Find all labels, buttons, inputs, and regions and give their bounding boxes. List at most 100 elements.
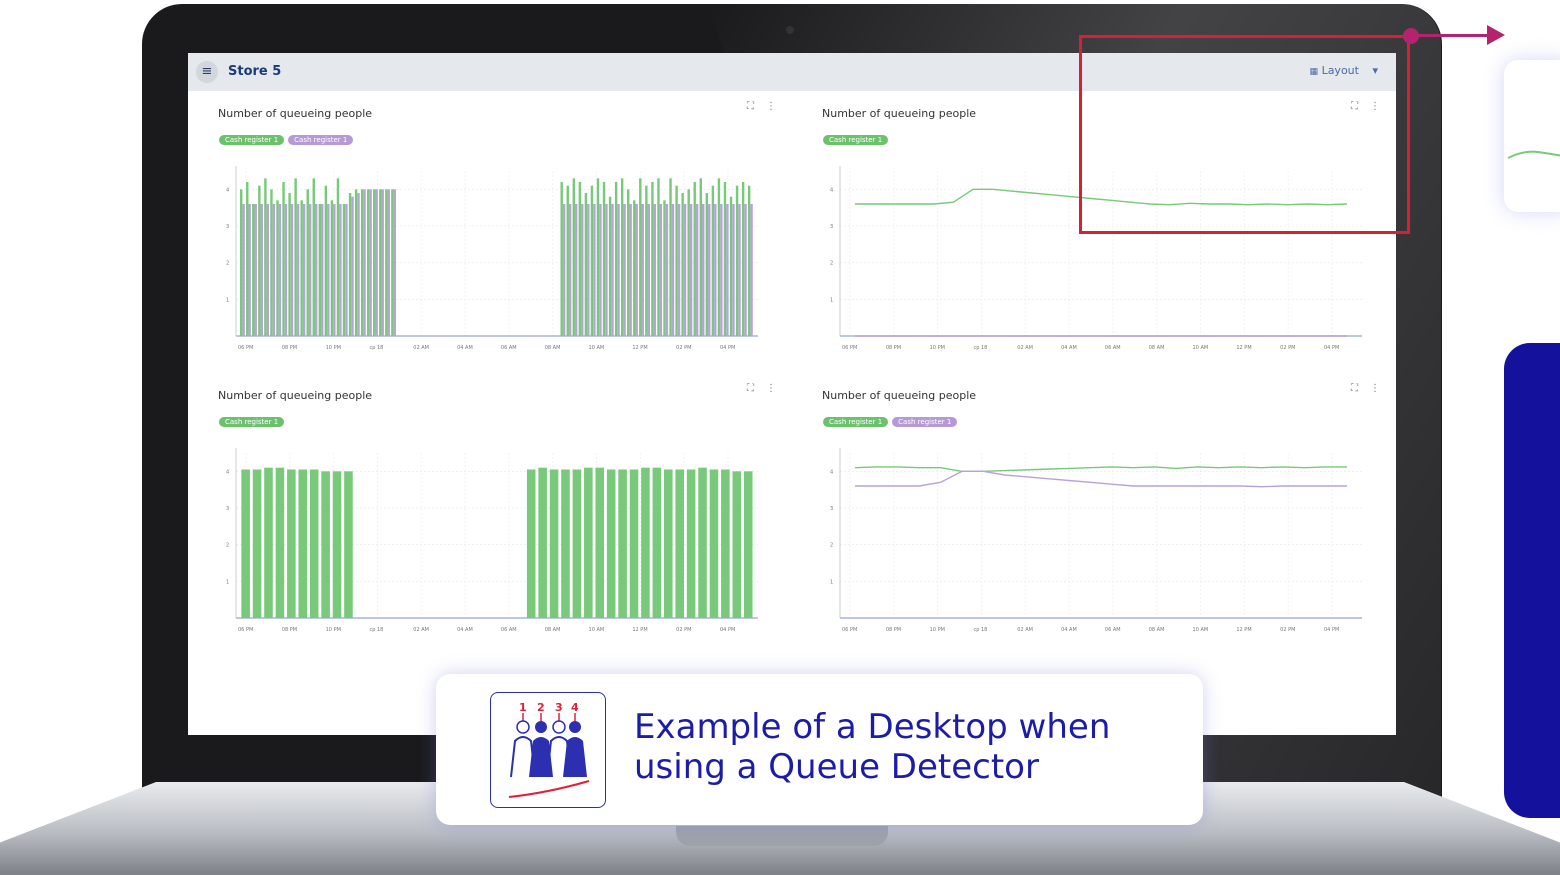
bar [617, 204, 620, 336]
bar [318, 204, 322, 336]
side-banner [1504, 343, 1560, 818]
bar [264, 178, 267, 336]
bar [345, 204, 348, 336]
x-tick-label: 02 PM [676, 345, 691, 351]
bar [246, 182, 249, 336]
x-tick-label: 02 AM [413, 627, 429, 633]
x-tick-label: 08 AM [545, 627, 561, 633]
bar [595, 467, 605, 618]
x-tick-label: 08 AM [1149, 627, 1165, 633]
bar [726, 204, 729, 336]
bar [608, 196, 612, 336]
x-tick-label: 02 PM [676, 627, 691, 633]
bar [379, 189, 382, 336]
bar [369, 189, 372, 336]
bar [641, 204, 644, 336]
x-tick-label: 06 AM [501, 627, 517, 633]
bar [302, 204, 306, 336]
bar [659, 204, 663, 336]
x-tick-label: 04 PM [1324, 345, 1339, 351]
bar [750, 204, 753, 336]
y-tick-label: 2 [226, 543, 229, 549]
y-tick-label: 2 [226, 261, 229, 267]
bar [606, 469, 616, 618]
bar [599, 204, 602, 336]
bar [363, 189, 366, 336]
bar [744, 204, 747, 336]
laptop-notch [676, 826, 888, 846]
bar [260, 204, 263, 336]
bar [332, 471, 342, 618]
x-tick-label: 02 AM [1017, 345, 1033, 351]
x-tick-label: 04 PM [720, 345, 735, 351]
x-tick-label: 10 PM [930, 345, 945, 351]
hamburger-icon[interactable]: ≡ [196, 61, 218, 83]
chart-panel: Number of queueing people ⛶ ⋮ Cash register… [188, 91, 792, 373]
x-tick-label: 04 AM [1061, 345, 1077, 351]
bar [629, 204, 632, 336]
bar [681, 193, 684, 336]
highlight-annotation [1079, 35, 1410, 234]
bar [276, 200, 279, 336]
bar [652, 467, 662, 618]
x-tick-label: 12 PM [632, 627, 647, 633]
icon-number: 3 [555, 701, 563, 714]
bar [729, 196, 733, 336]
bar [593, 204, 596, 336]
x-tick-label: 06 AM [1105, 345, 1121, 351]
bar [354, 189, 358, 336]
x-tick-label: 08 PM [886, 345, 901, 351]
bar [258, 185, 261, 336]
x-tick-label: 10 AM [589, 627, 605, 633]
bar [686, 469, 696, 618]
x-tick-label: 02 PM [1280, 345, 1295, 351]
annotation-dot [1403, 28, 1419, 44]
bar [327, 204, 330, 336]
bar [348, 193, 352, 336]
annotation-arrow [1410, 34, 1490, 37]
y-tick-label: 3 [830, 506, 833, 512]
bar [309, 469, 319, 618]
bar [296, 204, 300, 336]
bar [743, 471, 753, 618]
x-tick-label: 10 AM [1193, 345, 1209, 351]
bar [618, 469, 627, 618]
bar [732, 471, 742, 618]
x-tick-label: 08 AM [545, 345, 561, 351]
x-tick-label: 04 AM [457, 627, 473, 633]
bar [705, 193, 709, 336]
bar [294, 178, 297, 336]
x-tick-label: 10 PM [326, 627, 341, 633]
x-tick-label: 08 PM [886, 627, 901, 633]
bar [653, 204, 657, 336]
bar [252, 469, 262, 618]
bar [312, 178, 315, 336]
bar [538, 467, 547, 618]
bar [339, 204, 342, 336]
bar [561, 469, 570, 618]
bar [602, 182, 606, 336]
bar [645, 185, 648, 336]
x-tick-label: ср 18 [369, 345, 383, 351]
bar [699, 178, 702, 336]
x-tick-label: 12 PM [1236, 345, 1251, 351]
x-tick-label: 02 PM [1280, 627, 1295, 633]
x-tick-label: 08 PM [282, 345, 297, 351]
y-tick-label: 4 [830, 187, 833, 193]
bar [336, 178, 340, 336]
bar [671, 204, 675, 336]
bar [270, 189, 273, 336]
y-tick-label: 1 [830, 297, 833, 303]
bar [568, 204, 572, 336]
bar [620, 178, 624, 336]
bar [623, 204, 626, 336]
bar [360, 189, 364, 336]
bar [711, 185, 715, 336]
bar [373, 189, 376, 336]
bar [687, 189, 690, 336]
bar [633, 200, 636, 336]
bar [314, 204, 318, 336]
bar [693, 182, 696, 336]
x-tick-label: 06 PM [238, 345, 253, 351]
bar [738, 204, 741, 336]
